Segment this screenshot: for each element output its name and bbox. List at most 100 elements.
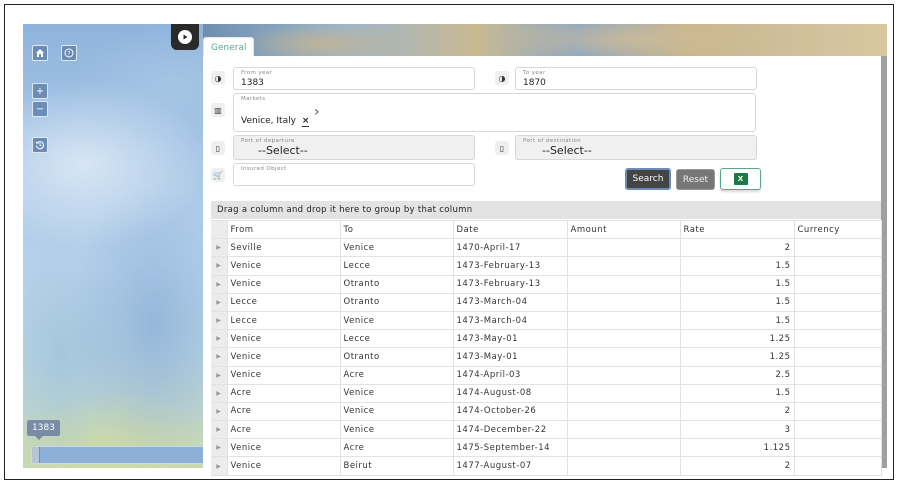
cell-currency — [794, 420, 882, 440]
column-header-date[interactable]: Date — [453, 219, 568, 240]
market-chip: Venice, Italy × — [241, 116, 310, 127]
cell-rate: 1.5 — [680, 275, 795, 294]
help-icon[interactable]: ? — [61, 45, 77, 61]
from-year-field[interactable]: From year 1383 — [233, 67, 475, 90]
column-header-amount[interactable]: Amount — [567, 219, 681, 240]
results-grid: From To Date Amount Rate Currency ▶ Sevil… — [211, 219, 882, 476]
markets-field[interactable]: Markets Venice, Italy × › — [233, 93, 756, 132]
cell-rate: 1.5 — [680, 293, 795, 312]
cell-amount — [567, 366, 681, 385]
markets-label: Markets — [241, 96, 266, 102]
expand-row-icon[interactable]: ▶ — [211, 420, 228, 440]
tab-general[interactable]: General — [203, 37, 255, 57]
table-row[interactable]: ▶ Seville Venice 1470-April-17 2 — [211, 238, 882, 258]
zoom-out-button[interactable]: − — [32, 101, 48, 117]
table-row[interactable]: ▶ Venice Acre 1474-April-03 2.5 — [211, 366, 882, 385]
play-button[interactable] — [171, 24, 199, 50]
expand-row-icon[interactable]: ▶ — [211, 366, 228, 385]
cell-date: 1470-April-17 — [453, 238, 568, 258]
to-year-value: 1870 — [523, 78, 546, 88]
cell-currency — [794, 329, 882, 349]
cell-from: Venice — [227, 347, 341, 367]
cell-currency — [794, 456, 882, 476]
cell-currency — [794, 238, 882, 258]
table-row[interactable]: ▶ Venice Otranto 1473-February-13 1.5 — [211, 275, 882, 294]
cell-amount — [567, 347, 681, 367]
table-row[interactable]: ▶ Acre Venice 1474-August-08 1.5 — [211, 384, 882, 403]
expand-row-icon[interactable]: ▶ — [211, 275, 228, 294]
destination-select[interactable]: Port of destination --Select-- — [515, 135, 757, 160]
table-row[interactable]: ▶ Lecce Venice 1473-March-04 1.5 — [211, 311, 882, 331]
table-row[interactable]: ▶ Venice Acre 1475-September-14 1.125 — [211, 438, 882, 458]
excel-icon: X — [733, 173, 748, 185]
departure-value: --Select-- — [258, 144, 308, 157]
cell-from: Venice — [227, 438, 341, 458]
remove-market-icon[interactable]: × — [301, 116, 310, 127]
cell-to: Acre — [340, 366, 454, 385]
expand-row-icon[interactable]: ▶ — [211, 311, 228, 331]
table-row[interactable]: ▶ Venice Lecce 1473-May-01 1.25 — [211, 329, 882, 349]
search-button[interactable]: Search — [625, 168, 671, 190]
cell-date: 1473-March-04 — [453, 311, 568, 331]
cell-to: Acre — [340, 438, 454, 458]
cell-currency — [794, 311, 882, 331]
cell-rate: 1.25 — [680, 347, 795, 367]
column-header-from[interactable]: From — [227, 219, 341, 240]
cell-rate: 2 — [680, 238, 795, 258]
cell-date: 1473-May-01 — [453, 329, 568, 349]
export-excel-button[interactable]: X — [720, 168, 761, 190]
chevron-right-icon[interactable]: › — [314, 104, 320, 120]
table-row[interactable]: ▶ Venice Lecce 1473-February-13 1.5 — [211, 256, 882, 276]
cell-amount — [567, 256, 681, 276]
table-row[interactable]: ▶ Venice Beirut 1477-August-07 2 — [211, 456, 882, 476]
cell-from: Acre — [227, 384, 341, 403]
map-icon: ▯ — [211, 141, 225, 155]
cell-to: Venice — [340, 238, 454, 258]
table-row[interactable]: ▶ Acre Venice 1474-December-22 3 — [211, 420, 882, 440]
expand-row-icon[interactable]: ▶ — [211, 293, 228, 312]
cell-from: Acre — [227, 420, 341, 440]
home-icon[interactable] — [32, 45, 48, 61]
screenshot-frame: ? + − 1383 General ◑ From year 1383 ◑ To… — [4, 4, 894, 480]
expand-row-icon[interactable]: ▶ — [211, 384, 228, 403]
expand-row-icon[interactable]: ▶ — [211, 402, 228, 422]
map-icon: ▯ — [495, 141, 509, 155]
cell-to: Lecce — [340, 329, 454, 349]
cell-amount — [567, 384, 681, 403]
group-by-bar[interactable]: Drag a column and drop it here to group … — [211, 201, 881, 219]
expand-row-icon[interactable]: ▶ — [211, 438, 228, 458]
year-slider[interactable] — [31, 446, 205, 464]
insured-object-field[interactable]: Insured Object — [233, 163, 475, 186]
cell-currency — [794, 366, 882, 385]
column-header-rate[interactable]: Rate — [680, 219, 795, 240]
cell-rate: 1.5 — [680, 311, 795, 331]
cell-currency — [794, 347, 882, 367]
expand-row-icon[interactable]: ▶ — [211, 238, 228, 258]
cell-rate: 2 — [680, 402, 795, 422]
cell-amount — [567, 420, 681, 440]
cell-to: Venice — [340, 402, 454, 422]
expand-row-icon[interactable]: ▶ — [211, 347, 228, 367]
reset-button[interactable]: Reset — [676, 169, 715, 190]
panel-scrollbar[interactable] — [881, 56, 887, 468]
departure-select[interactable]: Port of departure --Select-- — [233, 135, 475, 160]
table-row[interactable]: ▶ Lecce Otranto 1473-March-04 1.5 — [211, 293, 882, 312]
slider-year-tooltip: 1383 — [27, 420, 60, 440]
column-header-to[interactable]: To — [340, 219, 454, 240]
history-icon[interactable] — [32, 137, 48, 153]
table-row[interactable]: ▶ Venice Otranto 1473-May-01 1.25 — [211, 347, 882, 367]
cell-amount — [567, 402, 681, 422]
cell-currency — [794, 275, 882, 294]
zoom-in-button[interactable]: + — [32, 83, 48, 99]
to-year-field[interactable]: To year 1870 — [515, 67, 757, 90]
expand-row-icon[interactable]: ▶ — [211, 329, 228, 349]
year-slider-handle[interactable] — [32, 447, 40, 463]
cell-amount — [567, 311, 681, 331]
column-header-currency[interactable]: Currency — [794, 219, 882, 240]
expand-row-icon[interactable]: ▶ — [211, 456, 228, 476]
table-row[interactable]: ▶ Acre Venice 1474-October-26 2 — [211, 402, 882, 422]
cell-currency — [794, 402, 882, 422]
expand-row-icon[interactable]: ▶ — [211, 256, 228, 276]
cell-to: Otranto — [340, 275, 454, 294]
cell-date: 1474-April-03 — [453, 366, 568, 385]
